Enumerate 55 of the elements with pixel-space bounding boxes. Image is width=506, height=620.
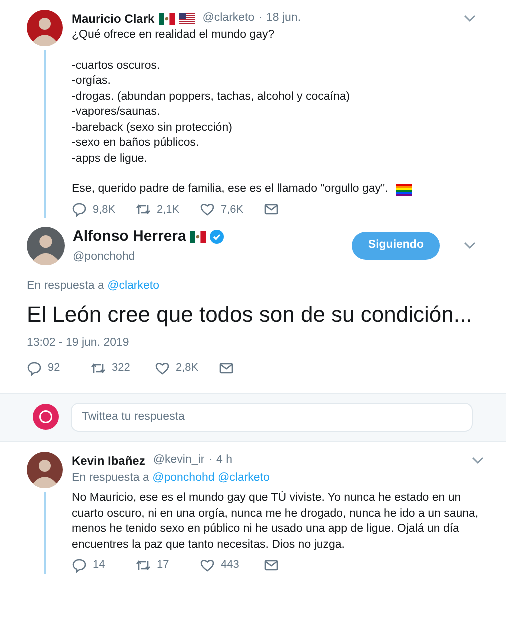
tweet-timestamp: 13:02 - 19 jun. 2019 — [27, 336, 130, 351]
user-handle[interactable]: @ponchohd — [73, 248, 344, 266]
rainbow-flag-icon — [396, 184, 412, 196]
count: 17 — [157, 558, 170, 574]
mention-link[interactable]: @clarketo — [108, 280, 160, 292]
reply-icon[interactable] — [27, 361, 42, 376]
avatar — [27, 10, 63, 46]
count: 14 — [93, 558, 106, 574]
message-icon[interactable] — [264, 558, 279, 573]
mention-link[interactable]: @clarketo — [218, 472, 270, 484]
count: 9,8K — [93, 202, 116, 218]
count: 7,6K — [221, 202, 244, 218]
verified-badge-icon — [210, 230, 224, 244]
tweet-text: Ese, querido padre de familia, ese es el llamado "orgullo gay". — [72, 182, 388, 197]
count: 443 — [221, 558, 240, 574]
user-handle[interactable]: @clarketo — [202, 10, 255, 28]
retweet-icon[interactable] — [91, 361, 106, 376]
like-icon[interactable] — [155, 361, 170, 376]
tweet-text: ¿Qué ofrece en realidad el mundo gay? — [72, 28, 276, 43]
user-name[interactable]: Alfonso Herrera — [73, 226, 186, 248]
reply-label: En respuesta a — [72, 472, 150, 484]
avatar — [27, 452, 63, 488]
reply-label: En respuesta a — [27, 280, 106, 292]
mention-link[interactable]: @ponchohd — [152, 472, 215, 484]
mexico-flag-icon — [158, 13, 175, 25]
separator-dot: · — [208, 453, 213, 468]
user-name[interactable]: Kevin Ibañez — [72, 452, 146, 470]
tweet-time[interactable]: 18 jun. — [266, 10, 302, 28]
us-flag-icon — [178, 13, 195, 25]
tweet-time[interactable]: 4 h — [216, 452, 233, 470]
reply-icon[interactable] — [72, 202, 87, 218]
caret-icon[interactable] — [472, 457, 484, 465]
reply-icon[interactable] — [72, 558, 87, 573]
caret-icon[interactable] — [464, 15, 476, 23]
message-icon[interactable] — [264, 202, 279, 218]
tweet-text: -cuartos oscuros. -orgías. -drogas. (abundan poppers, tachas, alcohol y cocaína) -vapores/saunas. -bareback (sexo sin protección) -sexo en baños públicos. -apps de ligue. — [72, 58, 352, 166]
tweet-text: El León cree que todos son de su condición... — [27, 301, 474, 329]
count: 2,8K — [176, 361, 199, 376]
avatar — [27, 226, 65, 265]
like-icon[interactable] — [200, 202, 215, 218]
message-icon[interactable] — [219, 361, 234, 376]
retweet-icon[interactable] — [136, 558, 151, 573]
count: 92 — [48, 361, 60, 376]
caret-icon[interactable] — [464, 242, 476, 250]
reply-field[interactable]: Twittea tu respuesta — [71, 402, 473, 432]
avatar — [33, 404, 59, 430]
mexico-flag-icon — [190, 231, 206, 244]
like-icon[interactable] — [200, 558, 215, 573]
user-handle[interactable]: @kevin_ir — [153, 452, 205, 470]
separator-dot: · — [258, 11, 262, 26]
tweet-text: No Mauricio, ese es el mundo gay que TÚ viviste. Yo nunca he estado en un cuarto oscuro, ni en una orgía, nunca me he drogado, nunca he ido a un sauna, menos he tenido sexo en público ni he usado una app de ligue. Ojalá un día encuentres la paz que tanto necesitas. Dios no juzga. — [72, 491, 480, 553]
count: 322 — [112, 361, 130, 376]
user-name[interactable]: Mauricio Clark — [72, 10, 155, 28]
following-button[interactable]: Siguiendo — [352, 232, 440, 260]
count: 2,1K — [157, 202, 180, 218]
